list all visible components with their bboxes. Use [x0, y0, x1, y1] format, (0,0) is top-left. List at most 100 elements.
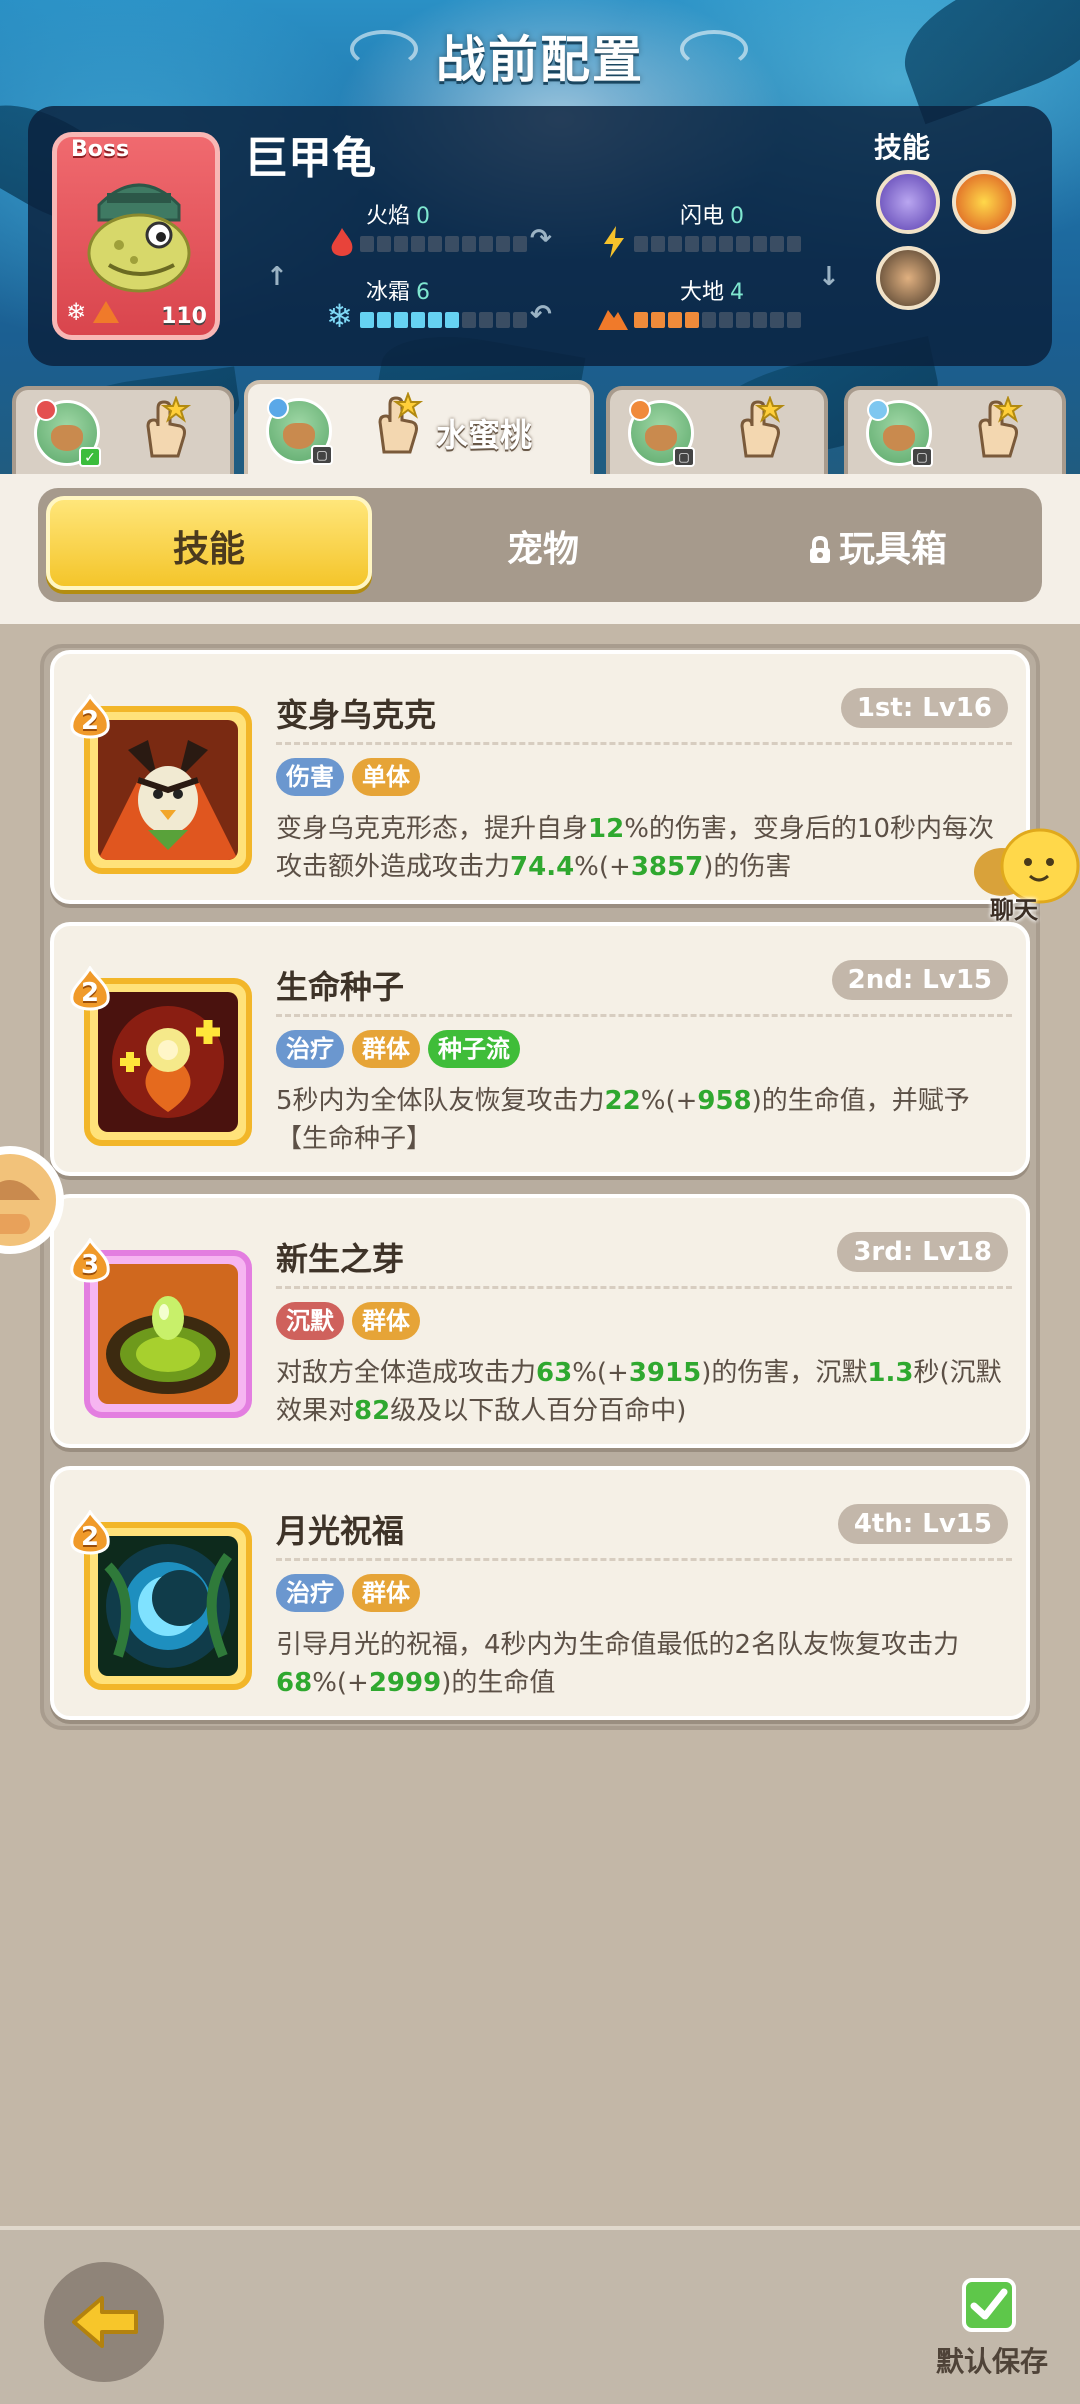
- dark-beast-icon[interactable]: [876, 246, 940, 310]
- lightning-icon: [604, 226, 624, 258]
- boss-level: 110: [161, 304, 207, 329]
- skill-card-2[interactable]: 2 生命种子 2nd: Lv15 治疗 群体 种子流 5秒内为全体队友恢复攻击力22…: [50, 922, 1030, 1176]
- skill-tag: 种子流: [428, 1030, 520, 1068]
- skill-tag: 群体: [352, 1302, 420, 1340]
- description-text: )的生命值: [441, 1668, 556, 1698]
- selected-check-icon: ✓: [79, 447, 101, 467]
- skill-description: 5秒内为全体队友恢复攻击力22%(+958)的生命值，并赋予【生命种子】: [276, 1082, 1012, 1158]
- purple-swirl-icon[interactable]: [876, 170, 940, 234]
- highlight-value: 22: [604, 1086, 641, 1116]
- description-text: 对敌方全体造成攻击力: [276, 1358, 537, 1388]
- content-edge: [0, 612, 1080, 624]
- team-tab-name: 水蜜桃: [436, 416, 533, 454]
- bar-segment: [634, 236, 648, 252]
- skill-tag: 沉默: [276, 1302, 344, 1340]
- life-seed-skill-icon: [98, 992, 238, 1132]
- description-text: %(+: [640, 1086, 698, 1116]
- boss-skills-label: 技能: [874, 131, 931, 164]
- skill-description: 引导月光的祝福，4秒内为生命值最低的2名队友恢复攻击力 68%(+2999)的生命…: [276, 1626, 1012, 1702]
- skill-card-4[interactable]: 2 月光祝福 4th: Lv15 治疗 群体 引导月光的祝福，4秒内为生命值最低的…: [50, 1466, 1030, 1720]
- bar-segment: [496, 236, 510, 252]
- skill-name: 新生之芽: [276, 1240, 405, 1278]
- team-tab-3[interactable]: ▢: [606, 386, 828, 482]
- description-text: %(+: [312, 1668, 369, 1698]
- highlight-value: 1.3: [867, 1358, 914, 1388]
- boss-portrait-card[interactable]: Boss ❄ 110: [52, 132, 220, 340]
- back-arrow-icon: [72, 2296, 138, 2348]
- description-text: 5秒内为全体队友恢复攻击力: [276, 1086, 605, 1116]
- fire-label: 火焰: [366, 204, 411, 229]
- pet-avatar: ▢: [866, 399, 933, 467]
- segment-pets-tab[interactable]: 宠物: [380, 520, 706, 572]
- bar-segment: [360, 312, 374, 328]
- segment-skills-tab[interactable]: 技能: [46, 520, 372, 572]
- team-tab-4[interactable]: ▢: [844, 386, 1066, 482]
- segment-toybox-label: 玩具箱: [838, 529, 947, 570]
- bar-segment: [702, 312, 716, 328]
- skill-tags: 治疗 群体: [276, 1574, 420, 1612]
- team-tab-1[interactable]: ✓: [12, 386, 234, 482]
- box-icon: ▢: [311, 445, 333, 465]
- bar-segment: [479, 312, 493, 328]
- tap-hand-icon: [146, 396, 192, 458]
- bar-segment: [753, 312, 767, 328]
- boss-name: 巨甲龟: [244, 133, 376, 184]
- box-icon: ▢: [911, 447, 933, 467]
- bar-segment: [377, 312, 391, 328]
- check-icon: [970, 2288, 1008, 2320]
- skill-tag: 治疗: [276, 1030, 344, 1068]
- bar-segment: [685, 236, 699, 252]
- pet-avatar: ▢: [628, 399, 695, 467]
- bar-segment: [668, 236, 682, 252]
- bar-segment: [736, 312, 750, 328]
- skill-tags: 沉默 群体: [276, 1302, 420, 1340]
- bar-segment: [360, 236, 374, 252]
- turtle-boss-icon: [87, 183, 191, 293]
- back-button[interactable]: [44, 2262, 164, 2382]
- bar-segment: [513, 236, 527, 252]
- earth-value: 4: [730, 280, 745, 305]
- tap-hand-icon: [378, 392, 424, 454]
- default-save-checkbox[interactable]: [962, 2278, 1016, 2332]
- tap-hand-icon: [740, 396, 786, 458]
- divider: [276, 1014, 1012, 1017]
- boss-tag: Boss: [71, 137, 130, 162]
- skill-rank-badge: 4th: Lv15: [837, 1504, 1008, 1544]
- skill-tag: 群体: [352, 1574, 420, 1612]
- bar-segment: [428, 236, 442, 252]
- skill-description: 变身乌克克形态，提升自身12%的伤害，变身后的10秒内每次攻击额外造成攻击力74…: [276, 810, 1012, 886]
- side-pet-float-icon[interactable]: [0, 1130, 66, 1270]
- description-text: 级及以下敌人百分百命中): [390, 1396, 687, 1426]
- description-text: )的伤害，沉默: [701, 1358, 868, 1388]
- description-text: %(+: [572, 1358, 629, 1388]
- bar-segment: [445, 312, 459, 328]
- earth-stat-label: 大地 4: [680, 274, 744, 306]
- bar-segment: [634, 312, 648, 328]
- bar-segment: [394, 312, 408, 328]
- pet-avatar: ▢: [266, 397, 333, 465]
- skill-card-3[interactable]: 3 新生之芽 3rd: Lv18 沉默 群体 对敌方全体造成攻击力63%(+391…: [50, 1194, 1030, 1448]
- segment-toybox-tab[interactable]: 玩具箱: [714, 520, 1040, 572]
- bar-segment: [445, 236, 459, 252]
- tap-hand-icon: [978, 396, 1024, 458]
- skill-card-1[interactable]: 2 变身乌克克 1st: Lv16 伤害 单体 变身乌克克形态，提升自身12%的伤…: [50, 650, 1030, 904]
- bar-segment: [411, 312, 425, 328]
- golden-crown-icon[interactable]: [952, 170, 1016, 234]
- ice-icon: ❄: [326, 297, 353, 335]
- skill-tags: 治疗 群体 种子流: [276, 1030, 520, 1068]
- team-tab-2[interactable]: ▢ 水蜜桃: [244, 380, 594, 482]
- earth-label: 大地: [680, 280, 725, 305]
- chat-label[interactable]: 聊天: [990, 890, 1038, 925]
- cycle-arrow-left-icon: ↶: [530, 300, 552, 330]
- lightning-value: 0: [730, 204, 745, 229]
- earth-element-icon: [93, 301, 119, 323]
- skill-tag: 单体: [352, 758, 420, 796]
- ice-label: 冰霜: [366, 280, 411, 305]
- default-save-label[interactable]: 默认保存: [936, 2340, 1048, 2380]
- description-text: )的伤害: [703, 852, 792, 882]
- bar-segment: [394, 236, 408, 252]
- skill-rank-badge: 2nd: Lv15: [831, 960, 1008, 1000]
- skill-rank-badge: 1st: Lv16: [840, 688, 1008, 728]
- earth-bar: [634, 312, 801, 328]
- ice-element-icon: ❄: [65, 298, 87, 326]
